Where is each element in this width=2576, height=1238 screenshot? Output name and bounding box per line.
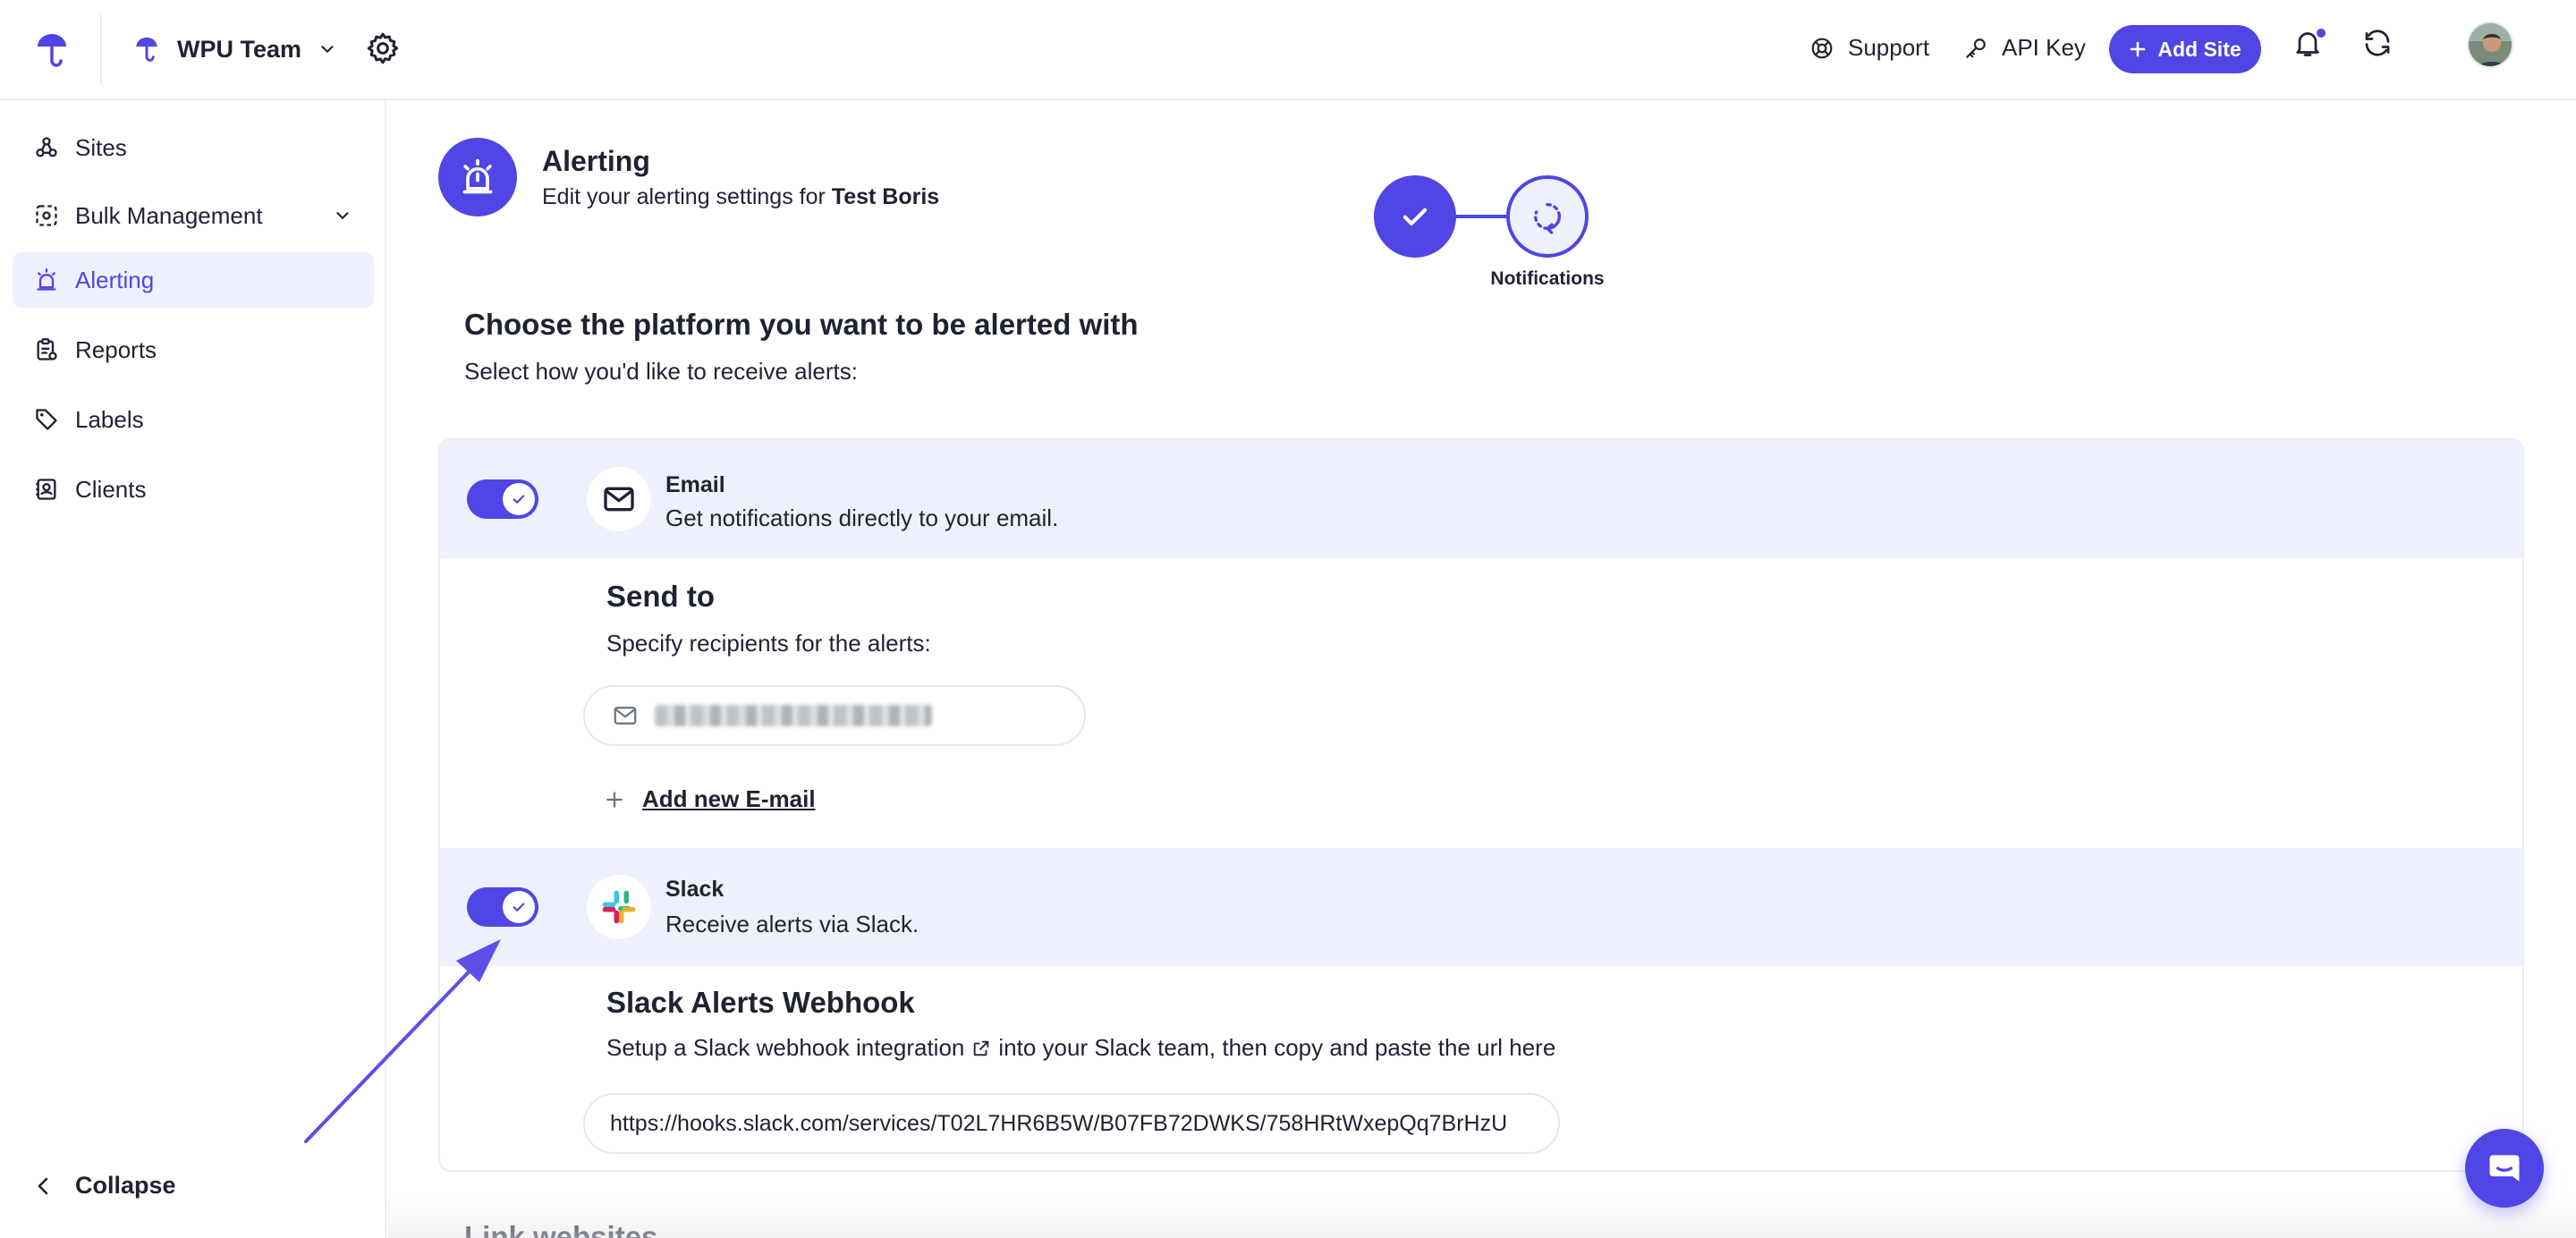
step-label: Notifications [1490, 268, 1605, 289]
top-bar: WPU Team Support API Key Add Site [0, 0, 2576, 100]
send-to-description-text: Specify recipients for the alerts: [606, 630, 931, 657]
app-logo-icon[interactable] [32, 30, 72, 70]
slack-channel-row: Slack Receive alerts via Slack. [440, 848, 2522, 966]
check-icon [513, 495, 525, 504]
slack-title: Slack [665, 877, 724, 902]
recipient-email-field[interactable] [583, 685, 1086, 746]
alert-channels-card: Email Get notifications directly to your… [438, 438, 2524, 1172]
team-logo-icon [136, 37, 157, 62]
envelope-icon [614, 707, 637, 725]
sidebar-item-label: Clients [75, 475, 147, 503]
sidebar-item-label: Sites [75, 133, 127, 161]
add-site-label: Add Site [2157, 37, 2241, 61]
email-title: Email [665, 472, 725, 497]
toggle-knob [503, 483, 535, 515]
sidebar-item-reports[interactable]: Reports [13, 322, 374, 377]
page-subtitle-text: Edit your alerting settings for [542, 184, 826, 209]
email-toggle[interactable] [467, 479, 538, 519]
slack-webhook-title: Slack Alerts Webhook [606, 986, 915, 1019]
step-completed[interactable] [1374, 175, 1456, 258]
sidebar-item-labels[interactable]: Labels [13, 392, 374, 447]
add-email-button[interactable]: Add new E-mail [605, 785, 816, 813]
notification-dot [2315, 27, 2327, 39]
api-key-label: API Key [2002, 34, 2086, 61]
progress-stepper: Notifications [1374, 175, 1605, 301]
step-connector [1456, 215, 1506, 218]
redacted-email-value [655, 705, 932, 726]
slack-toggle[interactable] [467, 887, 538, 927]
send-to-title: Send to [606, 580, 715, 613]
chat-bubble-icon [2489, 1155, 2520, 1182]
chevron-left-icon [38, 1177, 48, 1194]
lifebuoy-icon [1811, 38, 1833, 58]
refresh-icon[interactable] [2361, 27, 2397, 63]
sites-icon [36, 137, 57, 157]
api-key-link[interactable]: API Key [1964, 34, 2086, 62]
step-notifications[interactable] [1506, 175, 1589, 258]
team-switcher[interactable]: WPU Team [132, 27, 337, 72]
annotation-arrow [304, 939, 501, 1143]
email-description: Get notifications directly to your email… [665, 505, 1059, 531]
plus-icon [606, 791, 623, 808]
slack-webhook-description: Setup a Slack webhook integration into y… [606, 1034, 1555, 1062]
slack-webhook-url-field[interactable]: https://hooks.slack.com/services/T02L7HR… [583, 1093, 1560, 1154]
collapse-label: Collapse [75, 1172, 176, 1199]
envelope-icon [604, 487, 634, 512]
sidebar-item-label: Bulk Management [75, 201, 263, 229]
team-name: WPU Team [177, 35, 302, 63]
toggle-knob [503, 891, 535, 923]
page-subtitle: Edit your alerting settings for Test Bor… [542, 184, 939, 210]
section-title: Choose the platform you want to be alert… [464, 308, 1139, 341]
sidebar-item-label: Labels [75, 405, 144, 433]
sidebar-item-alerting[interactable]: Alerting [13, 252, 374, 308]
clients-icon [36, 479, 56, 500]
send-to-description: Specify recipients for the alerts: [606, 630, 931, 657]
checkmark-icon [1402, 208, 1428, 225]
support-label: Support [1848, 34, 1930, 61]
sidebar-item-sites[interactable]: Sites [13, 120, 374, 175]
sidebar-item-bulk-management[interactable]: Bulk Management [13, 188, 374, 243]
sidebar-item-clients[interactable]: Clients [13, 462, 374, 517]
webhook-desc-before: Setup a Slack webhook integration [606, 1034, 965, 1061]
collapse-sidebar-button[interactable]: Collapse [34, 1172, 176, 1200]
external-link-icon[interactable] [971, 1039, 991, 1058]
slack-channel-icon [587, 875, 651, 939]
chevron-down-icon [321, 46, 334, 53]
support-link[interactable]: Support [1810, 34, 1929, 62]
slack-logo-icon [602, 890, 636, 924]
page-title: Alerting [542, 145, 650, 177]
key-icon [1966, 38, 1986, 58]
plus-icon [2131, 41, 2146, 57]
sidebar-item-label: Alerting [75, 266, 155, 293]
add-site-button[interactable]: Add Site [2109, 25, 2261, 73]
sidebar-item-label: Reports [75, 335, 157, 363]
check-icon [513, 903, 525, 912]
link-websites-title: Link websites [464, 1220, 658, 1238]
scroll-fade [388, 1190, 2576, 1238]
tag-icon [36, 409, 57, 430]
loading-spinner-icon [1534, 203, 1562, 234]
slack-description: Receive alerts via Slack. [665, 911, 919, 937]
section-subtitle: Select how you'd like to receive alerts: [464, 358, 858, 385]
settings-gear-icon[interactable] [365, 30, 401, 66]
webhook-desc-after: into your Slack team, then copy and past… [998, 1034, 1556, 1061]
user-avatar[interactable] [2467, 21, 2513, 68]
reports-icon [37, 338, 57, 360]
add-email-label: Add new E-mail [642, 785, 816, 812]
chat-support-button[interactable] [2465, 1129, 2544, 1208]
bulk-management-icon [36, 205, 57, 226]
site-name: Test Boris [831, 184, 940, 209]
email-channel-row: Email Get notifications directly to your… [440, 440, 2522, 558]
chevron-down-icon [336, 212, 349, 219]
email-channel-icon [587, 467, 651, 531]
topbar-divider [100, 14, 102, 86]
alerting-header-icon [438, 138, 517, 216]
alerting-icon [37, 268, 56, 291]
notifications-bell-icon[interactable] [2292, 27, 2327, 63]
